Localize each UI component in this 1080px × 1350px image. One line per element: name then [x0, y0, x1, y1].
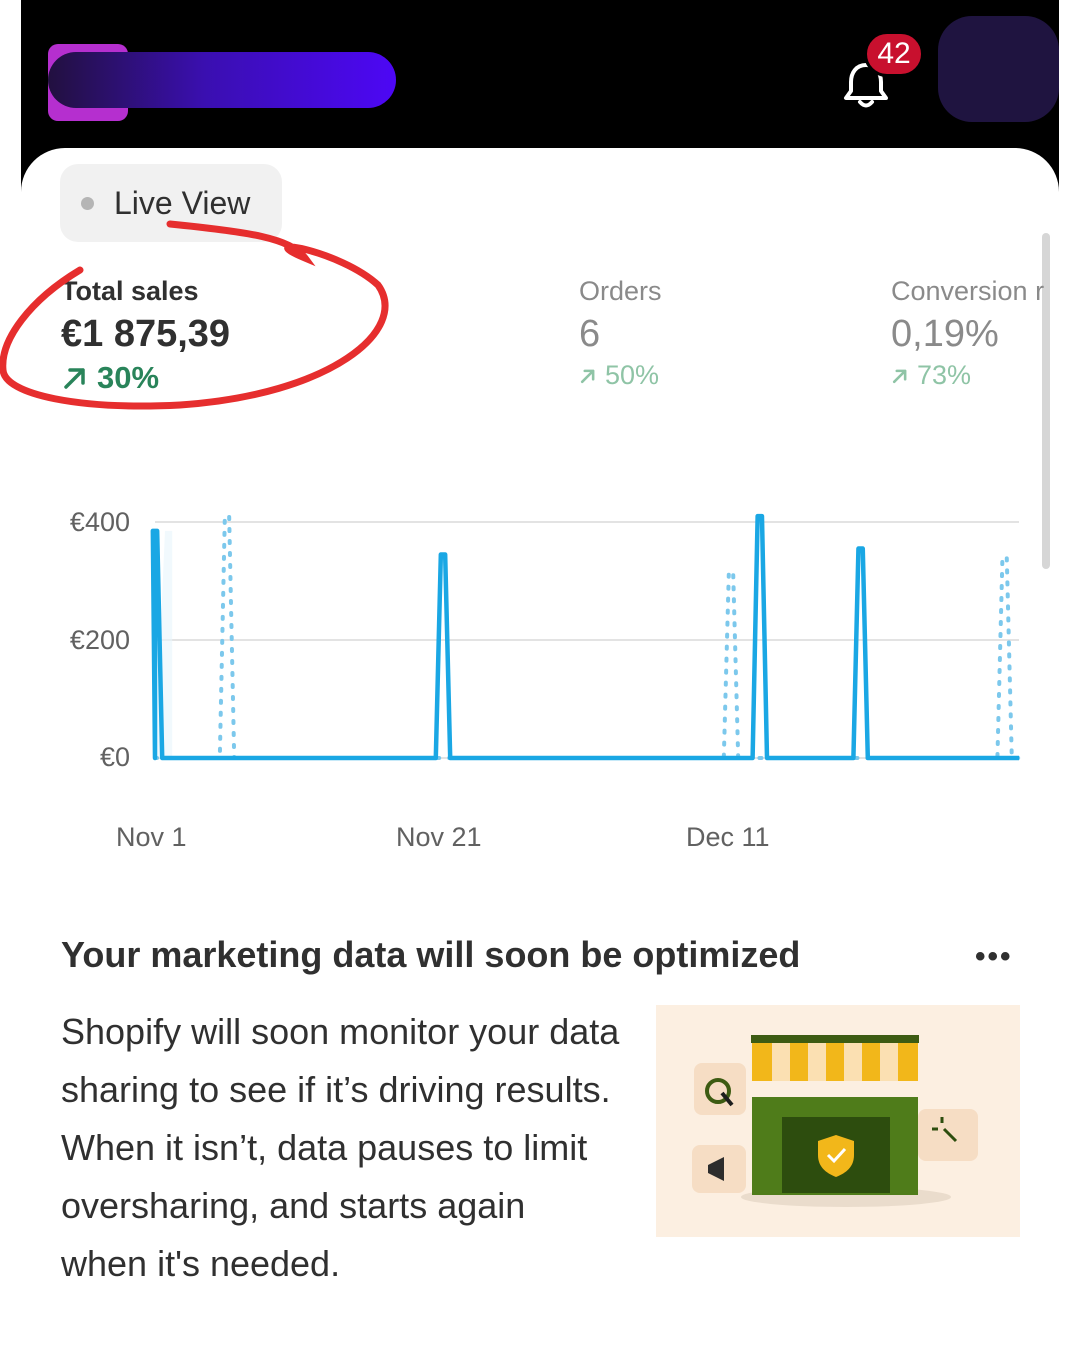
more-options-button[interactable]: ••• [975, 940, 1013, 974]
x-tick-label: Nov 1 [116, 822, 187, 852]
series-current-period-line [150, 513, 1019, 761]
x-tick-label: Dec 11 [686, 822, 770, 852]
marketing-card-title: Your marketing data will soon be optimiz… [61, 934, 801, 975]
series-previous-period-line [153, 514, 1021, 760]
store-illustration [656, 1005, 1020, 1237]
marketing-card-body: Shopify will soon monitor your data shar… [61, 1011, 620, 1284]
x-tick-label: Nov 21 [396, 822, 482, 852]
sales-chart[interactable] [0, 0, 1080, 800]
